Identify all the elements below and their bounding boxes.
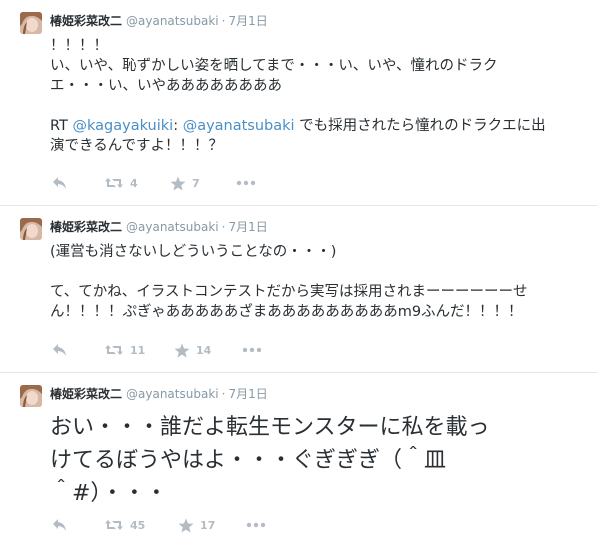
timestamp[interactable]: 7月1日 bbox=[228, 14, 267, 28]
avatar[interactable] bbox=[20, 12, 42, 34]
retweet-button[interactable]: 11 bbox=[104, 343, 174, 357]
tweet-text: (運営も消さないしどういうことなの・・・) て、てかね、イラストコンテストだから… bbox=[50, 242, 585, 322]
retweet-icon bbox=[105, 345, 123, 355]
reply-button[interactable] bbox=[52, 518, 104, 532]
tweet-actions: 11 14 bbox=[52, 342, 262, 358]
favorite-button[interactable]: 17 bbox=[178, 518, 246, 533]
fullname[interactable]: 椿姫彩菜改二 bbox=[50, 220, 122, 234]
text-line: 演できるんですよ！！！？ bbox=[50, 138, 223, 154]
reply-button[interactable] bbox=[52, 343, 104, 357]
favorite-count: 14 bbox=[196, 343, 212, 357]
text-line: ！！！！ bbox=[50, 38, 108, 54]
tweet-header: 椿姫彩菜改二 @ayanatsubaki · 7月1日 bbox=[50, 383, 585, 403]
reply-icon bbox=[53, 519, 66, 531]
mention-link[interactable]: @ayanatsubaki bbox=[183, 118, 295, 134]
favorite-button[interactable]: 14 bbox=[174, 343, 242, 358]
tweet-text: おい・・・誰だよ転生モンスターに私を載っ けてるぼうやはよ・・・ぐぎぎぎ（＾皿 … bbox=[50, 411, 585, 510]
timestamp[interactable]: 7月1日 bbox=[228, 387, 267, 401]
text-line: けてるぼうやはよ・・・ぐぎぎぎ（＾皿 bbox=[50, 448, 447, 473]
avatar[interactable] bbox=[20, 218, 42, 240]
retweet-icon bbox=[105, 178, 123, 188]
reply-icon bbox=[53, 344, 66, 356]
text-line: ＾#）・・・ bbox=[50, 481, 168, 506]
username[interactable]: @ayanatsubaki bbox=[126, 387, 219, 401]
retweet-button[interactable]: 4 bbox=[104, 176, 170, 190]
rt-prefix: RT bbox=[50, 118, 73, 134]
retweet-button[interactable]: 45 bbox=[104, 518, 178, 532]
tweet-actions: 45 17 bbox=[52, 517, 266, 533]
text-line: おい・・・誰だよ転生モンスターに私を載っ bbox=[50, 415, 490, 440]
tweet[interactable]: 椿姫彩菜改二 @ayanatsubaki · 7月1日 おい・・・誰だよ転生モンスター… bbox=[0, 373, 597, 547]
text-line: エ・・・い、いやああああああああ bbox=[50, 78, 282, 94]
more-icon bbox=[242, 347, 262, 353]
separator: · bbox=[221, 14, 226, 28]
retweet-icon bbox=[105, 520, 123, 530]
rt-colon: : bbox=[173, 118, 183, 134]
fullname[interactable]: 椿姫彩菜改二 bbox=[50, 14, 122, 28]
text-line: て、てかね、イラストコンテストだから実写は採用されまーーーーーーせ bbox=[50, 284, 528, 300]
text-line: でも採用されたら憧れのドラクエに出 bbox=[294, 118, 546, 134]
text-line: い、いや、恥ずかしい姿を晒してまで・・・い、いや、憧れのドラク bbox=[50, 58, 498, 74]
star-icon bbox=[174, 343, 190, 357]
username[interactable]: @ayanatsubaki bbox=[126, 14, 219, 28]
avatar-image bbox=[20, 218, 42, 240]
tweet-header: 椿姫彩菜改二 @ayanatsubaki · 7月1日 bbox=[50, 10, 585, 30]
reply-icon bbox=[53, 177, 66, 189]
star-icon bbox=[170, 176, 186, 190]
retweet-count: 45 bbox=[130, 518, 146, 532]
text-line: (運営も消さないしどういうことなの・・・) bbox=[50, 244, 337, 260]
favorite-count: 7 bbox=[192, 176, 200, 190]
fullname[interactable]: 椿姫彩菜改二 bbox=[50, 387, 122, 401]
username[interactable]: @ayanatsubaki bbox=[126, 220, 219, 234]
avatar-image bbox=[20, 385, 42, 407]
more-icon bbox=[246, 522, 266, 528]
mention-link[interactable]: @kagayakuiki bbox=[73, 118, 174, 134]
favorite-button[interactable]: 7 bbox=[170, 176, 236, 191]
tweet-text: ！！！！ い、いや、恥ずかしい姿を晒してまで・・・い、いや、憧れのドラク エ・・… bbox=[50, 36, 585, 156]
timestamp[interactable]: 7月1日 bbox=[228, 220, 267, 234]
more-button[interactable] bbox=[236, 180, 256, 186]
tweet[interactable]: 椿姫彩菜改二 @ayanatsubaki · 7月1日 ！！！！ い、いや、恥ずかしい… bbox=[0, 0, 597, 206]
separator: · bbox=[221, 220, 226, 234]
star-icon bbox=[178, 518, 194, 532]
text-line: ん！！！！ぷぎゃあああああざまあああああああああm9ふんだ！！！！ bbox=[50, 304, 523, 320]
separator: · bbox=[221, 387, 226, 401]
more-button[interactable] bbox=[246, 522, 266, 528]
tweet-header: 椿姫彩菜改二 @ayanatsubaki · 7月1日 bbox=[50, 216, 585, 236]
more-button[interactable] bbox=[242, 347, 262, 353]
reply-button[interactable] bbox=[52, 176, 104, 190]
more-icon bbox=[236, 180, 256, 186]
retweet-count: 11 bbox=[130, 343, 146, 357]
avatar-image bbox=[20, 12, 42, 34]
favorite-count: 17 bbox=[200, 518, 216, 532]
avatar[interactable] bbox=[20, 385, 42, 407]
retweet-count: 4 bbox=[130, 176, 138, 190]
tweet[interactable]: 椿姫彩菜改二 @ayanatsubaki · 7月1日 (運営も消さないしどういうこと… bbox=[0, 206, 597, 373]
tweet-actions: 4 7 bbox=[52, 175, 256, 191]
